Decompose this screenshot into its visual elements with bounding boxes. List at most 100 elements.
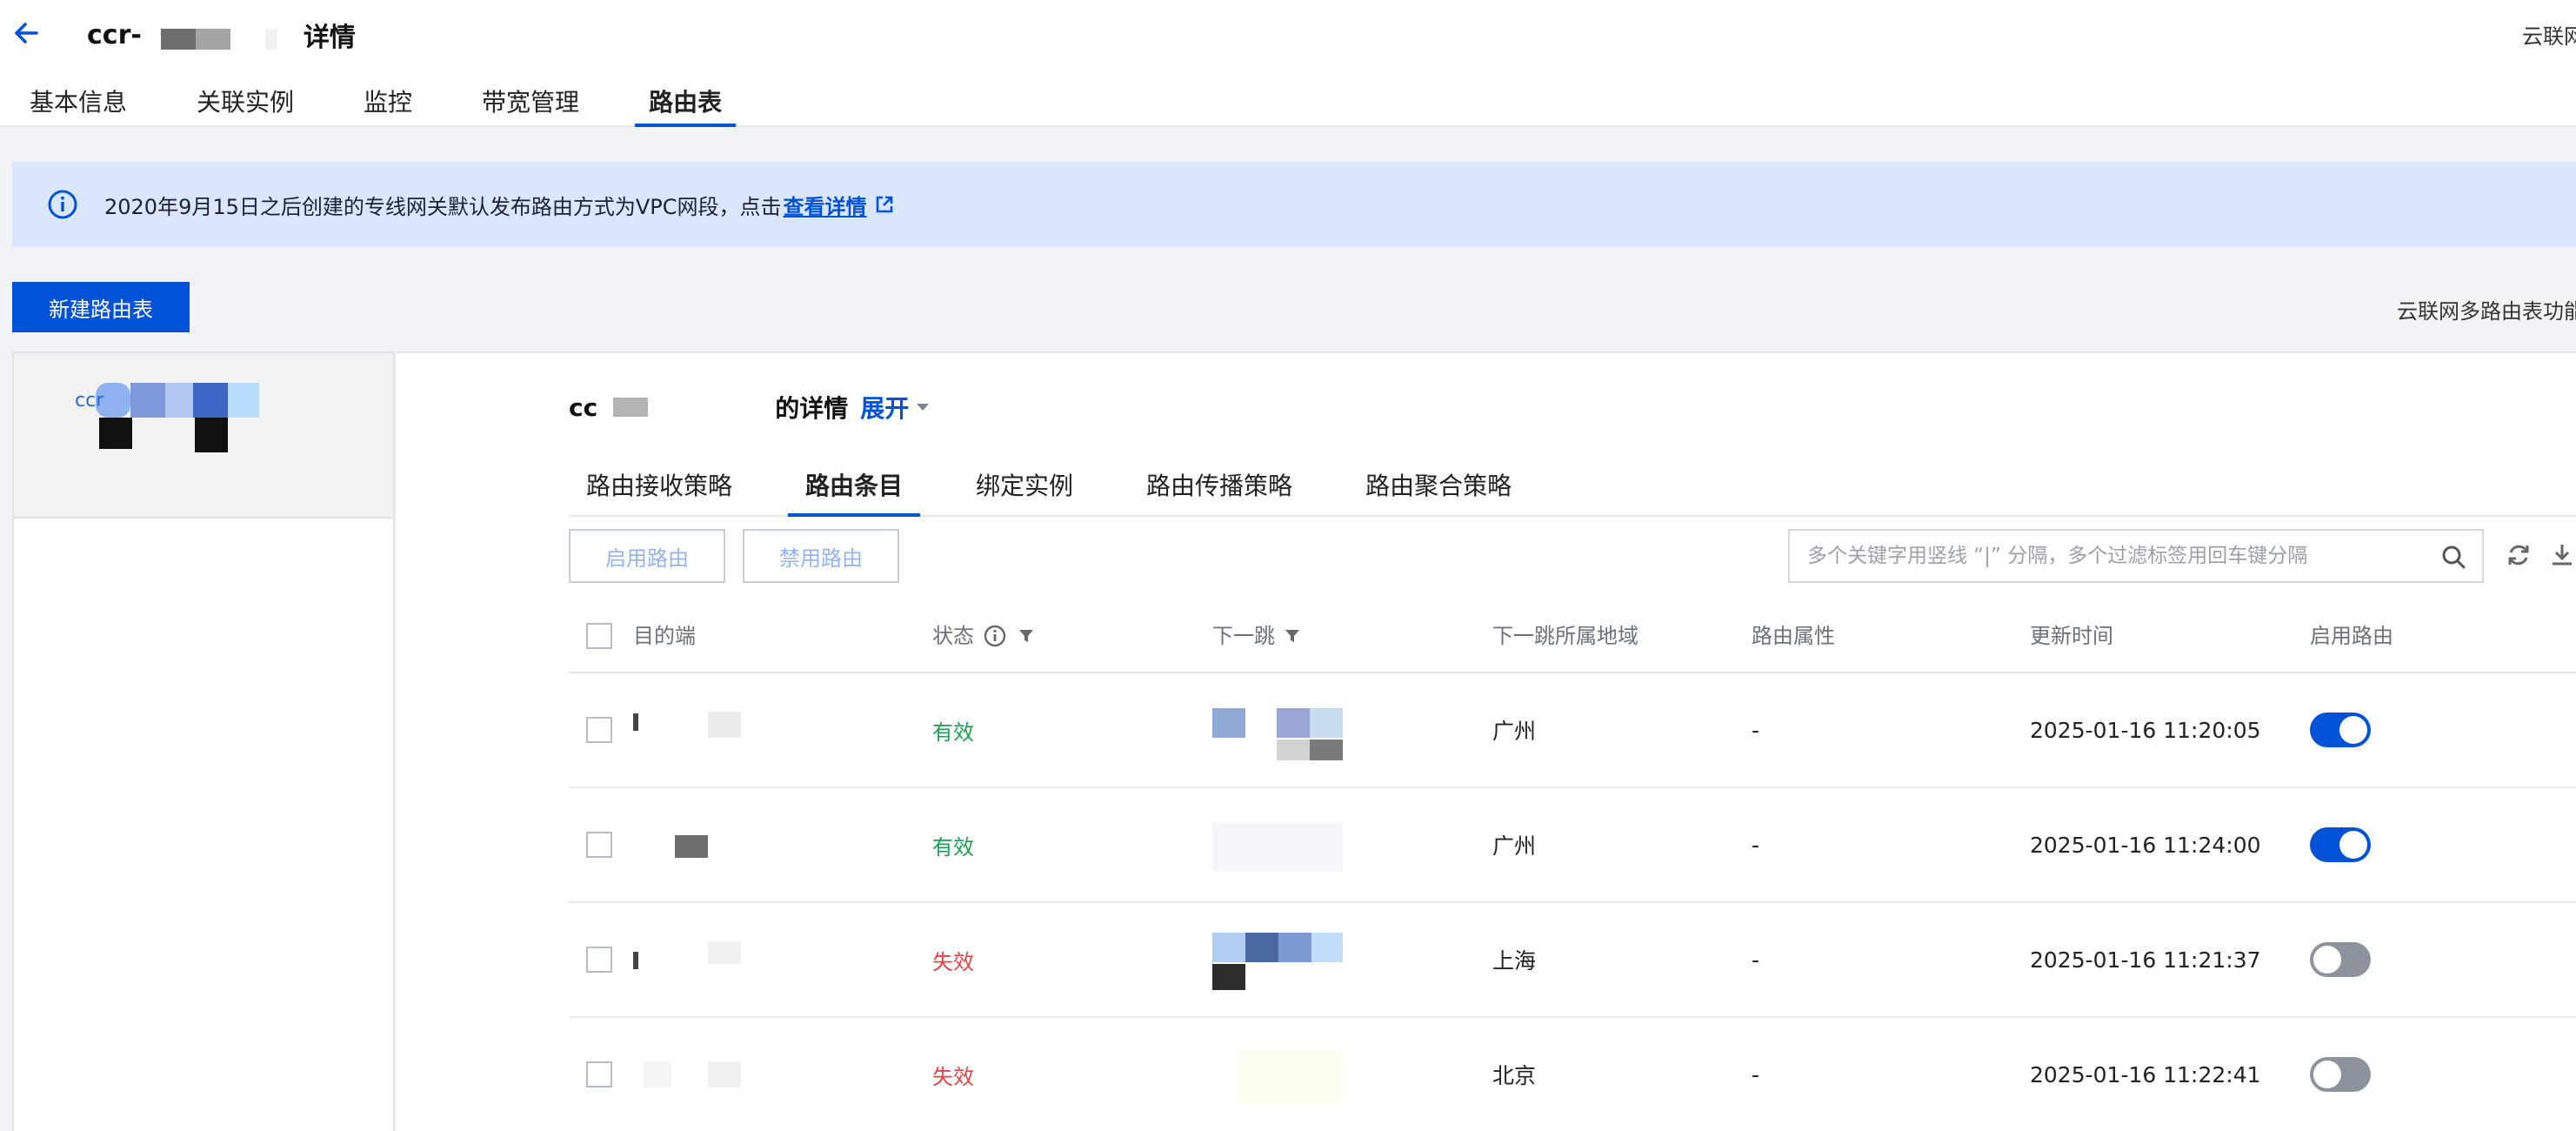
tab-monitoring[interactable]: 监控 [350, 84, 426, 127]
redacted-cidr [633, 952, 638, 969]
region-cell: 广州 [1492, 719, 1537, 744]
page-title: ccr- 详情 [87, 16, 356, 54]
detail-subtabs: 路由接收策略 路由条目 绑定实例 路由传播策略 路由聚合策略 [569, 456, 2576, 517]
col-next-hop-label: 下一跳 [1212, 624, 1275, 648]
toggle-knob [2339, 831, 2367, 859]
refresh-icon[interactable] [2505, 541, 2533, 569]
col-enabled: 启用路由 [2310, 624, 2393, 648]
info-icon [48, 190, 77, 219]
tab-basic-info[interactable]: 基本信息 [16, 84, 141, 127]
external-link-icon[interactable] [874, 194, 895, 215]
select-all-cell [586, 599, 612, 673]
col-updated: 更新时间 [2030, 624, 2113, 648]
ccn-link[interactable]: 云联网 [2522, 19, 2576, 50]
table-row: 有效 广州 - 2025-01-16 11:20:05 [569, 673, 2576, 788]
expand-label: 展开 [860, 394, 910, 423]
redacted-route-table-id [613, 398, 649, 417]
updated-cell: 2025-01-16 11:20:05 [2030, 717, 2261, 743]
status-label: 失效 [932, 1064, 974, 1089]
redacted-next-hop [1311, 933, 1343, 962]
redacted-next-hop [1278, 933, 1311, 962]
redacted-next-hop [1238, 1051, 1343, 1103]
redacted-cidr [708, 1061, 741, 1088]
status-label: 有效 [932, 719, 974, 745]
redacted-cidr [708, 941, 741, 964]
status-label: 有效 [932, 834, 974, 860]
redacted-next-hop [1212, 933, 1245, 962]
status-label: 失效 [932, 949, 974, 974]
row-select-cell [586, 903, 612, 1016]
row-checkbox[interactable] [586, 947, 612, 973]
redacted-next-hop [1310, 708, 1343, 738]
tab-route-aggregation-policy[interactable]: 路由聚合策略 [1348, 456, 1529, 515]
search-input[interactable] [1807, 545, 2416, 567]
row-select-cell [586, 788, 612, 901]
search-icon[interactable] [2440, 544, 2466, 570]
info-circle-icon[interactable] [983, 624, 1007, 648]
tab-route-propagation-policy[interactable]: 路由传播策略 [1129, 456, 1310, 515]
col-next-hop: 下一跳 [1212, 599, 1301, 673]
enable-route-button[interactable]: 启用路由 [569, 529, 725, 583]
route-enabled-toggle[interactable] [2310, 827, 2371, 862]
tab-bound-instances[interactable]: 绑定实例 [958, 456, 1091, 515]
col-status: 状态 [932, 599, 1035, 673]
view-details-link[interactable]: 查看详情 [784, 190, 867, 220]
search-box [1788, 529, 2484, 583]
detail-prefix: cc [569, 392, 598, 422]
tab-associated-instances[interactable]: 关联实例 [183, 84, 308, 127]
route-table-list-item[interactable]: ccr [14, 353, 393, 519]
row-checkbox[interactable] [586, 717, 612, 743]
redacted-next-hop [1212, 823, 1343, 872]
updated-cell: 2025-01-16 11:21:37 [2030, 947, 2261, 973]
route-enabled-toggle[interactable] [2310, 713, 2371, 747]
filter-icon[interactable] [1018, 627, 1035, 645]
redacted-id-block [99, 418, 132, 449]
row-checkbox[interactable] [586, 832, 612, 858]
route-table-list: ccr [12, 351, 395, 1131]
download-icon[interactable] [2548, 541, 2576, 569]
updated-cell: 2025-01-16 11:22:41 [2030, 1061, 2261, 1088]
redacted-title-id [160, 18, 291, 51]
tab-route-entries[interactable]: 路由条目 [788, 456, 921, 517]
redacted-next-hop [1212, 708, 1245, 738]
region-cell: 北京 [1492, 1063, 1537, 1088]
table-row: 失效 上海 - 2025-01-16 11:21:37 [569, 903, 2576, 1018]
disable-route-button[interactable]: 禁用路由 [743, 529, 899, 583]
expand-toggle[interactable]: 展开 [860, 390, 930, 425]
route-enabled-toggle[interactable] [2310, 1057, 2371, 1092]
row-checkbox[interactable] [586, 1061, 612, 1088]
toggle-knob [2339, 716, 2367, 744]
tab-route-receive-policy[interactable]: 路由接收策略 [569, 456, 750, 515]
redacted-cidr [675, 835, 708, 858]
title-suffix: 详情 [303, 23, 356, 53]
multi-route-table-info[interactable]: 云联网多路由表功能 [2397, 294, 2576, 325]
redacted-id-block [228, 383, 259, 418]
col-route-attr: 路由属性 [1752, 624, 1835, 648]
redacted-cidr [708, 712, 741, 738]
filter-icon[interactable] [1284, 627, 1301, 645]
redacted-id-block [130, 383, 165, 418]
tab-route-table[interactable]: 路由表 [635, 84, 737, 127]
status-cell: 失效 [932, 903, 974, 1016]
col-next-hop-region: 下一跳所属地域 [1492, 624, 1638, 648]
route-enabled-toggle[interactable] [2310, 942, 2371, 977]
enabled-cell [2310, 903, 2371, 1016]
back-arrow-icon[interactable] [10, 17, 42, 49]
select-all-checkbox[interactable] [586, 623, 612, 649]
tab-bandwidth-management[interactable]: 带宽管理 [468, 84, 593, 127]
redacted-next-hop [1277, 740, 1310, 760]
route-table-detail: cc 的详情 展开 路由接收策略 路由条目 绑定实例 路由传播策略 路由聚合策略… [397, 351, 2576, 1131]
col-destination: 目的端 [633, 624, 696, 648]
caret-down-icon [917, 404, 930, 411]
route-attr-cell: - [1752, 832, 1760, 858]
title-prefix: ccr- [87, 19, 142, 50]
updated-cell: 2025-01-16 11:24:00 [2030, 832, 2261, 858]
page-header: ccr- 详情 云联网 基本信息 关联实例 监控 带宽管理 路由表 [0, 0, 2576, 127]
toggle-knob [2313, 946, 2341, 974]
redacted-next-hop [1212, 964, 1245, 990]
enabled-cell [2310, 1018, 2371, 1131]
status-cell: 有效 [932, 673, 974, 786]
new-route-table-button[interactable]: 新建路由表 [12, 282, 190, 332]
enabled-cell [2310, 673, 2371, 786]
info-banner: 2020年9月15日之后创建的专线网关默认发布路由方式为VPC网段，点击 查看详… [12, 162, 2576, 247]
